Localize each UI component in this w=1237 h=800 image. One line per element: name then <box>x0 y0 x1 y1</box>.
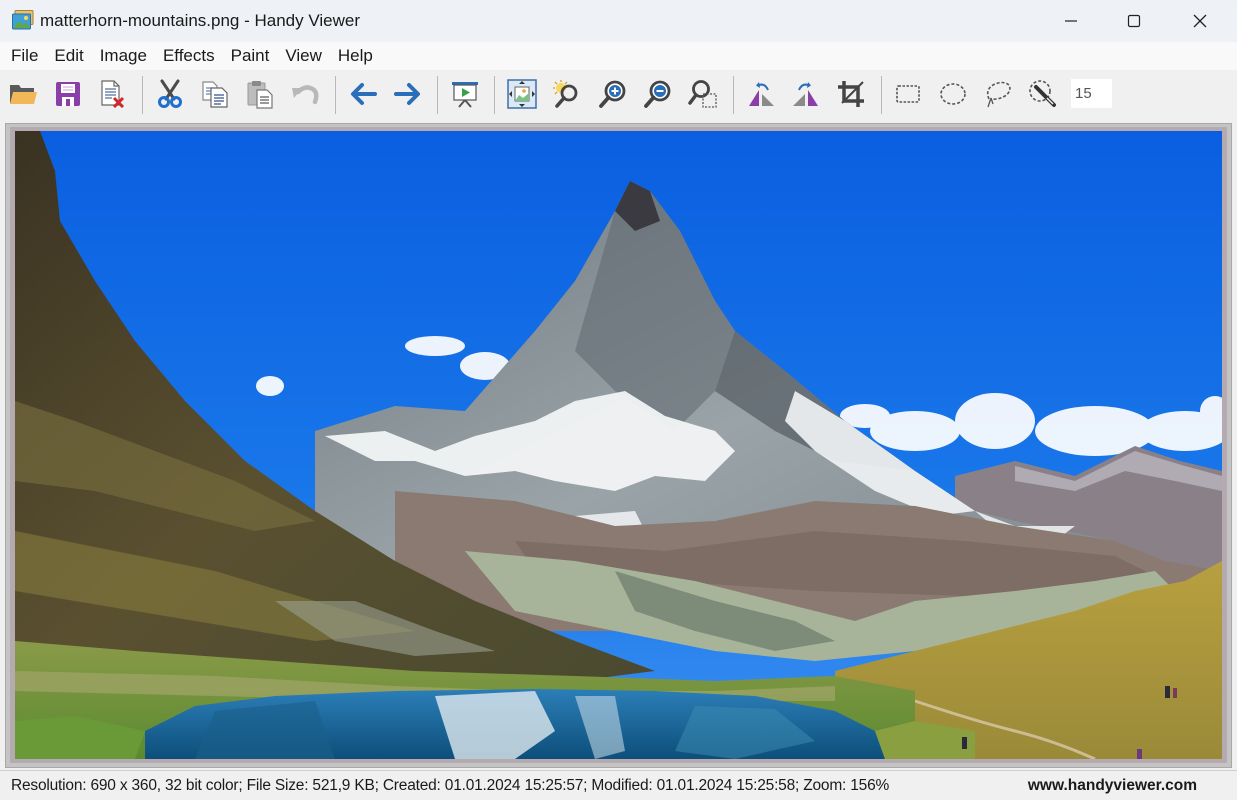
zoom-auto-icon <box>553 80 578 108</box>
auto-zoom-button[interactable] <box>548 76 586 112</box>
toolbar <box>0 70 1237 120</box>
undo-icon <box>292 85 319 105</box>
paste-icon <box>247 81 273 109</box>
crop-button[interactable] <box>832 76 870 112</box>
title-bar: matterhorn-mountains.png - Handy Viewer <box>0 0 1237 42</box>
close-button[interactable] <box>1167 0 1233 42</box>
copy-button[interactable] <box>196 76 234 112</box>
image-info: Resolution: 690 x 360, 32 bit color; Fil… <box>11 777 890 794</box>
image-canvas <box>5 123 1232 768</box>
menu-view[interactable]: View <box>277 42 330 70</box>
toolbar-separator <box>494 76 495 114</box>
crop-icon <box>838 81 864 107</box>
flip-horizontal-button[interactable] <box>742 76 780 112</box>
rectangle-select-icon <box>896 85 920 103</box>
menu-edit[interactable]: Edit <box>46 42 91 70</box>
save-button[interactable] <box>49 76 87 112</box>
close-file-button[interactable] <box>93 76 131 112</box>
zoom-in-button[interactable] <box>594 76 632 112</box>
flip-vertical-icon <box>793 82 818 106</box>
copy-icon <box>202 81 228 108</box>
previous-button[interactable] <box>344 76 382 112</box>
window-title: matterhorn-mountains.png - Handy Viewer <box>40 11 361 30</box>
app-window: matterhorn-mountains.png - Handy Viewer … <box>0 0 1237 800</box>
zoom-selection-icon <box>688 80 717 108</box>
image-viewer-icon <box>12 10 34 30</box>
tolerance-input[interactable] <box>1071 79 1112 108</box>
document-delete-icon <box>101 80 125 108</box>
menu-effects[interactable]: Effects <box>155 42 223 70</box>
close-icon <box>1193 14 1207 28</box>
arrow-left-icon <box>351 83 377 105</box>
toolbar-separator <box>881 76 882 114</box>
menu-paint[interactable]: Paint <box>223 42 278 70</box>
slideshow-button[interactable] <box>446 76 484 112</box>
ellipse-select-icon <box>940 83 966 105</box>
open-button[interactable] <box>4 76 42 112</box>
fit-to-window-icon <box>507 79 537 109</box>
zoom-out-icon <box>644 80 671 108</box>
scissors-icon <box>158 79 182 108</box>
rectangle-select-button[interactable] <box>889 76 927 112</box>
flip-vertical-button[interactable] <box>787 76 825 112</box>
matterhorn-photo <box>15 131 1222 759</box>
cut-button[interactable] <box>151 76 189 112</box>
arrow-right-icon <box>394 83 420 105</box>
minimize-icon <box>1065 20 1077 22</box>
image-view[interactable] <box>15 131 1222 759</box>
toolbar-separator <box>733 76 734 114</box>
lasso-select-button[interactable] <box>979 76 1017 112</box>
slideshow-icon <box>452 82 478 108</box>
menu-bar: File Edit Image Effects Paint View Help <box>0 42 1237 70</box>
minimize-button[interactable] <box>1038 0 1104 42</box>
next-button[interactable] <box>389 76 427 112</box>
menu-file[interactable]: File <box>2 42 46 70</box>
toolbar-separator <box>437 76 438 114</box>
lasso-select-icon <box>986 81 1011 108</box>
magic-wand-icon <box>1029 80 1056 107</box>
website-link[interactable]: www.handyviewer.com <box>1028 777 1197 795</box>
toolbar-separator <box>142 76 143 114</box>
paste-button[interactable] <box>241 76 279 112</box>
magic-wand-button[interactable] <box>1024 76 1062 112</box>
undo-button[interactable] <box>286 76 324 112</box>
ellipse-select-button[interactable] <box>934 76 972 112</box>
status-bar: Resolution: 690 x 360, 32 bit color; Fil… <box>0 770 1237 800</box>
zoom-out-button[interactable] <box>639 76 677 112</box>
folder-open-icon <box>10 85 37 104</box>
fit-to-window-button[interactable] <box>503 76 541 112</box>
maximize-icon <box>1127 14 1141 28</box>
toolbar-separator <box>335 76 336 114</box>
menu-help[interactable]: Help <box>330 42 381 70</box>
menu-image[interactable]: Image <box>92 42 155 70</box>
image-border <box>10 127 1227 763</box>
floppy-disk-icon <box>56 82 80 106</box>
zoom-selection-button[interactable] <box>684 76 722 112</box>
flip-horizontal-icon <box>749 82 774 106</box>
zoom-in-icon <box>599 80 626 108</box>
maximize-button[interactable] <box>1101 0 1167 42</box>
